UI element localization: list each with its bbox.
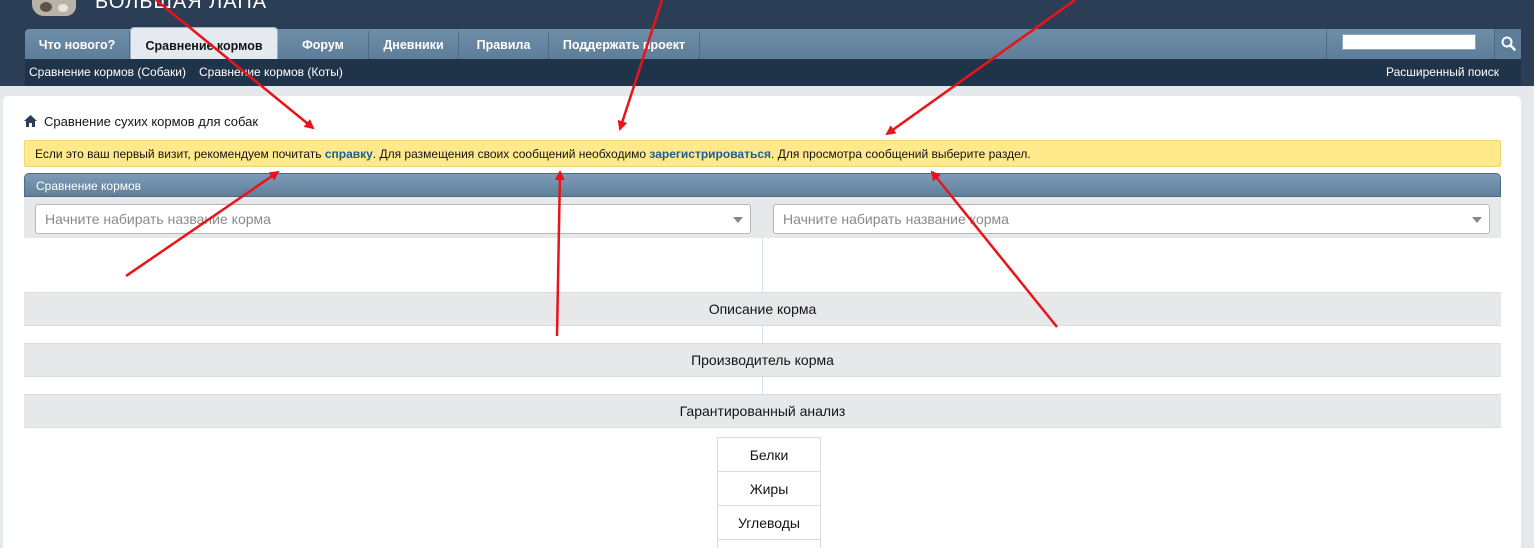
- main-navigation: Что нового? Сравнение кормов Форум Дневн…: [0, 27, 1534, 61]
- tab-rules[interactable]: Правила: [459, 31, 549, 61]
- column-divider: [762, 326, 763, 344]
- site-header: БОЛЬШАЯ ЛАПА: [0, 0, 1534, 27]
- section-description: Описание корма: [24, 292, 1501, 326]
- sub-navigation-bar: Сравнение кормов (Собаки) Сравнение корм…: [25, 59, 1521, 86]
- nutrient-row-more: [717, 539, 821, 548]
- food-select-row: Начните набирать название корма Начните …: [24, 197, 1501, 238]
- tab-forum[interactable]: Форум: [278, 31, 369, 61]
- food-select-right-placeholder: Начните набирать название корма: [783, 211, 1009, 227]
- site-logo-text[interactable]: БОЛЬШАЯ ЛАПА: [95, 0, 267, 13]
- tab-diaries[interactable]: Дневники: [369, 31, 459, 61]
- notice-text-2: . Для размещения своих сообщений необход…: [372, 147, 650, 161]
- nav-tab-strip: Что нового? Сравнение кормов Форум Дневн…: [25, 27, 1521, 61]
- breadcrumb: Сравнение сухих кормов для собак: [24, 114, 324, 130]
- section-guaranteed-analysis: Гарантированный анализ: [24, 394, 1501, 428]
- nutrient-row-protein: Белки: [717, 437, 821, 471]
- help-link[interactable]: справку: [325, 147, 373, 161]
- nutrient-row-carbs: Углеводы: [717, 505, 821, 539]
- section-manufacturer: Производитель корма: [24, 343, 1501, 377]
- logo-image[interactable]: [32, 0, 76, 16]
- advanced-search-link[interactable]: Расширенный поиск: [1386, 65, 1499, 79]
- tab-food-comparison[interactable]: Сравнение кормов: [130, 27, 278, 61]
- chevron-down-icon: [1472, 217, 1482, 223]
- nutrient-row-fat: Жиры: [717, 471, 821, 505]
- welcome-notice: Если это ваш первый визит, рекомендуем п…: [24, 140, 1501, 167]
- food-select-left-placeholder: Начните набирать название корма: [45, 211, 271, 227]
- subnav-link-cats[interactable]: Сравнение кормов (Коты): [199, 65, 343, 79]
- column-divider: [762, 238, 763, 293]
- notice-text-3: . Для просмотра сообщений выберите разде…: [771, 147, 1031, 161]
- page-title: Сравнение сухих кормов для собак: [44, 114, 259, 129]
- tab-support-project[interactable]: Поддержать проект: [549, 31, 700, 61]
- search-input[interactable]: [1342, 34, 1476, 50]
- subnav-link-dogs[interactable]: Сравнение кормов (Собаки): [29, 65, 186, 79]
- chevron-down-icon: [733, 217, 743, 223]
- search-button[interactable]: [1494, 29, 1521, 59]
- register-link[interactable]: зарегистрироваться: [649, 147, 771, 161]
- home-icon[interactable]: [24, 115, 37, 127]
- food-select-left[interactable]: Начните набирать название корма: [35, 204, 751, 234]
- notice-text-1: Если это ваш первый визит, рекомендуем п…: [35, 147, 325, 161]
- food-select-right[interactable]: Начните набирать название корма: [773, 204, 1490, 234]
- column-divider: [762, 377, 763, 395]
- sub-navigation: Сравнение кормов (Собаки) Сравнение корм…: [0, 59, 1534, 86]
- tab-whats-new[interactable]: Что нового?: [25, 31, 130, 61]
- comparison-header: Сравнение кормов: [24, 173, 1501, 197]
- search-icon: [1501, 36, 1516, 51]
